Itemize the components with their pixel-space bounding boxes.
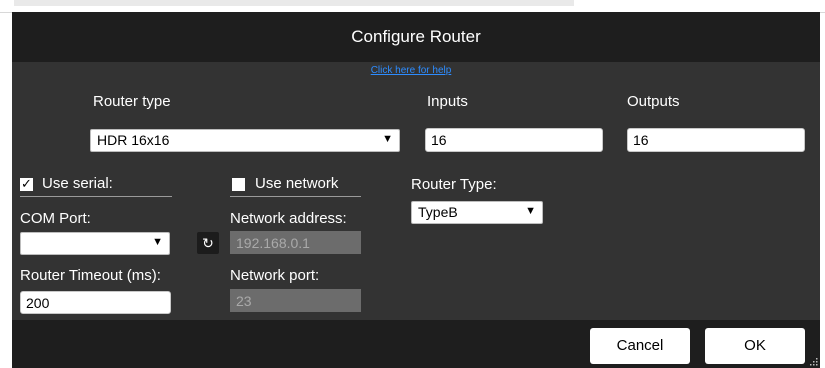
caret-down-icon: ▼ [382, 133, 393, 145]
router-type-select[interactable]: HDR 16x16 ▼ [90, 129, 400, 152]
network-address-label: Network address: [230, 210, 347, 227]
cancel-button[interactable]: Cancel [590, 328, 690, 364]
inputs-field[interactable] [425, 128, 603, 152]
router-type2-label: Router Type: [411, 176, 497, 193]
help-link[interactable]: Click here for help [342, 65, 480, 76]
resize-grip-icon[interactable] [808, 356, 818, 366]
outputs-field[interactable] [627, 128, 805, 152]
network-address-field [230, 231, 361, 254]
background-window-content [14, 0, 574, 6]
use-network-label: Use network [255, 175, 339, 192]
router-timeout-label: Router Timeout (ms): [20, 267, 161, 284]
caret-down-icon: ▼ [525, 205, 536, 217]
use-serial-checkbox[interactable]: ✓ [20, 176, 33, 191]
com-port-label: COM Port: [20, 210, 91, 227]
network-port-label: Network port: [230, 267, 320, 284]
refresh-icon[interactable]: ↻ [197, 232, 219, 254]
router-type-label: Router type [93, 93, 171, 110]
caret-down-icon: ▼ [152, 236, 163, 248]
use-network-checkbox[interactable] [232, 178, 245, 191]
check-icon: ✓ [21, 176, 32, 191]
router-timeout-field[interactable] [20, 291, 171, 314]
router-type-value: HDR 16x16 [97, 132, 170, 148]
outputs-label: Outputs [627, 93, 680, 110]
router-type2-select[interactable]: TypeB ▼ [411, 201, 543, 224]
dialog-titlebar: Configure Router [12, 12, 820, 62]
serial-divider [20, 196, 172, 197]
router-type2-value: TypeB [418, 204, 458, 220]
com-port-select[interactable]: ▼ [20, 232, 170, 255]
ok-button[interactable]: OK [705, 328, 805, 364]
network-divider [230, 196, 361, 197]
inputs-label: Inputs [427, 93, 468, 110]
use-serial-label: Use serial: [42, 175, 113, 192]
dialog-footer [12, 320, 820, 368]
network-port-field [230, 289, 361, 312]
configure-router-dialog: Configure Router Click here for help Rou… [12, 12, 820, 368]
dialog-title: Configure Router [351, 27, 481, 46]
